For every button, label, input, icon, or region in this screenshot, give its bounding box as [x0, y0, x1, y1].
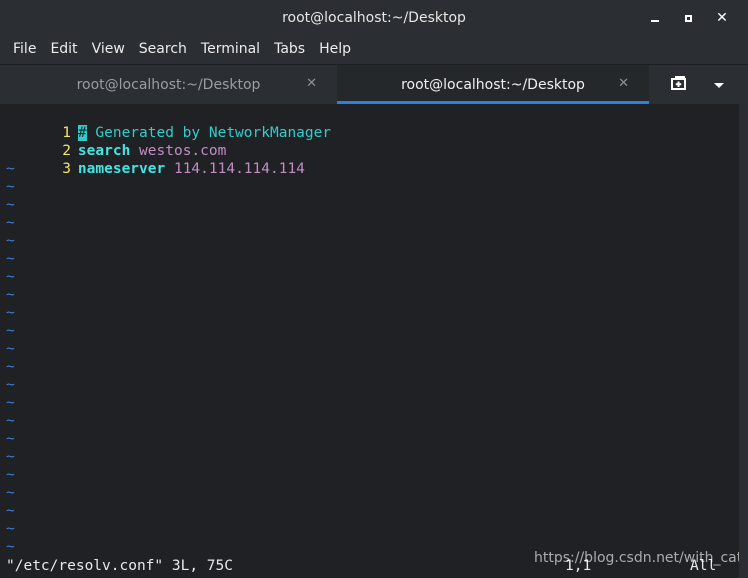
tab-close-icon[interactable]: ✕ — [306, 76, 317, 91]
menu-view[interactable]: View — [85, 35, 132, 64]
menu-search[interactable]: Search — [132, 35, 194, 64]
tab-menu-button[interactable] — [711, 77, 727, 91]
tab-2-active[interactable]: root@localhost:~/Desktop ✕ — [337, 65, 649, 104]
tab-close-icon[interactable]: ✕ — [618, 76, 629, 91]
empty-line-tilde: ~ — [6, 521, 15, 537]
tab-label: root@localhost:~/Desktop — [401, 76, 585, 93]
menu-terminal[interactable]: Terminal — [194, 35, 267, 64]
menu-edit[interactable]: Edit — [43, 35, 84, 64]
terminal-view[interactable]: 1 # Generated by NetworkManager 2 search w… — [0, 104, 743, 578]
tab-label: root@localhost:~/Desktop — [76, 76, 261, 93]
empty-line-tilde: ~ — [6, 323, 15, 339]
empty-line-tilde: ~ — [6, 395, 15, 411]
new-tab-button[interactable] — [669, 75, 691, 93]
empty-line-tilde: ~ — [6, 287, 15, 303]
menu-tabs[interactable]: Tabs — [267, 35, 312, 64]
empty-line-tilde: ~ — [6, 179, 15, 195]
window-title: root@localhost:~/Desktop — [282, 9, 466, 26]
editor-line-2: 2 search westos.com — [6, 124, 226, 159]
editor-line-1: 1 # Generated by NetworkManager — [6, 106, 331, 141]
empty-line-tilde: ~ — [6, 503, 15, 519]
empty-line-tilde: ~ — [6, 539, 15, 555]
title-bar: root@localhost:~/Desktop ✕ — [0, 0, 748, 35]
empty-line-tilde: ~ — [6, 233, 15, 249]
editor-line-3: 3 nameserver 114.114.114.114 — [6, 142, 305, 177]
maximize-icon — [684, 14, 692, 22]
empty-line-tilde: ~ — [6, 413, 15, 429]
line-number: 3 — [62, 161, 71, 177]
menu-help[interactable]: Help — [312, 35, 358, 64]
empty-line-tilde: ~ — [6, 197, 15, 213]
maximize-button[interactable] — [678, 8, 698, 28]
empty-line-tilde: ~ — [6, 161, 15, 177]
empty-line-tilde: ~ — [6, 269, 15, 285]
tab-1[interactable]: root@localhost:~/Desktop ✕ — [0, 65, 337, 104]
config-keyword: nameserver — [77, 161, 166, 177]
close-button[interactable]: ✕ — [712, 8, 732, 28]
empty-line-tilde: ~ — [6, 359, 15, 375]
config-value: 114.114.114.114 — [173, 161, 305, 177]
minimize-icon — [651, 20, 659, 22]
chevron-down-icon — [714, 83, 724, 88]
empty-line-tilde: ~ — [6, 449, 15, 465]
minimize-button[interactable] — [645, 8, 665, 28]
watermark: https://blog.csdn.net/with_cat — [534, 550, 743, 566]
empty-line-tilde: ~ — [6, 251, 15, 267]
empty-line-tilde: ~ — [6, 467, 15, 483]
vim-status-file: "/etc/resolv.conf" 3L, 75C — [6, 558, 233, 574]
empty-line-tilde: ~ — [6, 305, 15, 321]
empty-line-tilde: ~ — [6, 215, 15, 231]
empty-line-tilde: ~ — [6, 341, 15, 357]
empty-line-tilde: ~ — [6, 485, 15, 501]
scrollbar[interactable] — [739, 104, 748, 578]
tab-actions — [649, 65, 748, 104]
close-icon: ✕ — [716, 10, 728, 26]
empty-line-tilde: ~ — [6, 431, 15, 447]
menu-file[interactable]: File — [6, 35, 43, 64]
empty-line-tilde: ~ — [6, 377, 15, 393]
tab-bar: root@localhost:~/Desktop ✕ root@localhos… — [0, 64, 748, 104]
menu-bar: File Edit View Search Terminal Tabs Help — [0, 35, 748, 64]
new-tab-icon — [671, 76, 686, 90]
